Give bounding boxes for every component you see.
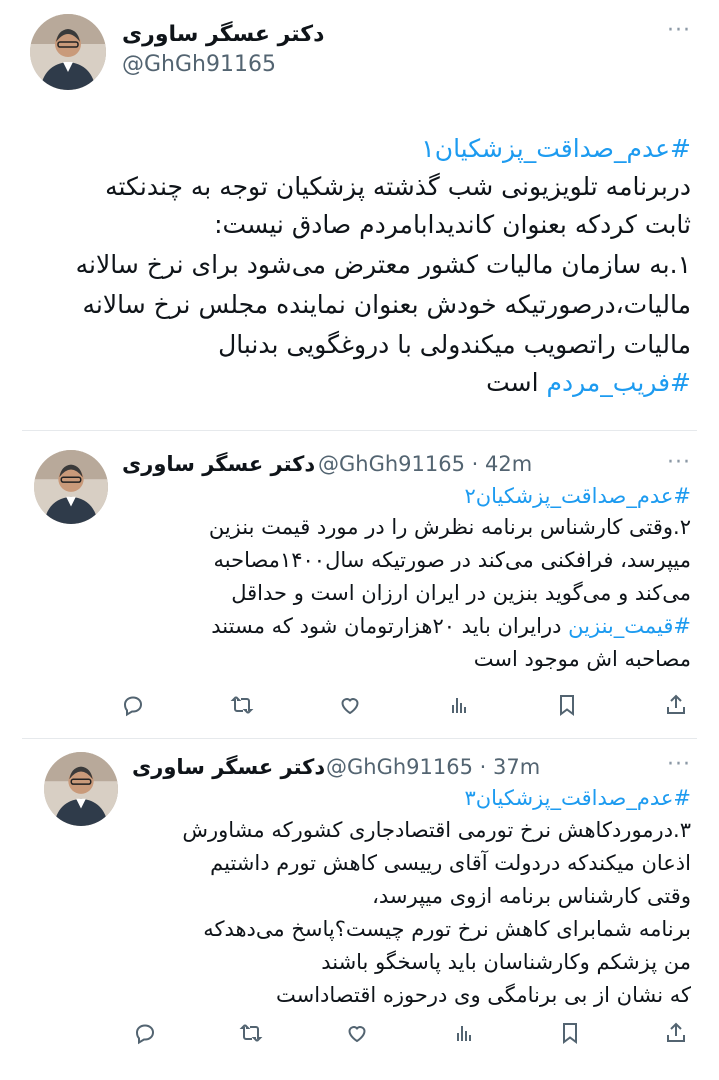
more-options-icon[interactable]: ··· xyxy=(667,752,691,777)
profile-photo-icon xyxy=(34,450,108,524)
text-line: می‌کند و می‌گوید بنزین در ایران ارزان اس… xyxy=(231,581,691,605)
author-name[interactable]: دکتر عسگر ساوری xyxy=(122,452,315,476)
text-line: دربرنامه تلویزیونی شب گذشته پزشکیان توجه… xyxy=(105,172,691,201)
text-line: برنامه شمابرای کاهش نرخ تورم چیست؟پاسخ م… xyxy=(203,917,691,941)
like-button[interactable] xyxy=(335,690,365,720)
text-line: ۳.درموردکاهش نرخ تورمی اقتصادجاری کشورکه… xyxy=(182,818,691,842)
share-icon xyxy=(666,1022,685,1042)
hashtag-link[interactable]: #فریب_مردم xyxy=(547,368,692,397)
bookmark-icon xyxy=(560,695,575,716)
profile-photo-icon xyxy=(44,752,118,826)
author-handle[interactable]: @GhGh91165 · 42m xyxy=(318,452,532,476)
reply-button[interactable] xyxy=(130,1018,160,1048)
retweet-icon xyxy=(230,696,254,714)
text-line: #فریب_مردم است xyxy=(486,368,691,397)
views-icon xyxy=(451,698,466,713)
retweet-icon xyxy=(239,1024,263,1042)
text-line: ثابت کردکه بعنوان کاندیدابامردم صادق نیس… xyxy=(214,210,691,239)
text-line: ۱.به سازمان مالیات کشور معترض می‌شود برا… xyxy=(75,250,691,279)
divider xyxy=(22,430,697,431)
avatar[interactable] xyxy=(44,752,118,826)
text-line: وقتی کارشناس برنامه ازوی میپرسد، xyxy=(372,884,691,908)
author-name[interactable]: دکتر عسگر ساوری xyxy=(122,22,324,47)
views-button[interactable] xyxy=(449,1018,479,1048)
like-icon xyxy=(348,1026,366,1043)
reply-button[interactable] xyxy=(118,690,148,720)
text-line: #عدم_صداقت_پزشکیان۲ xyxy=(464,484,691,508)
text-line: که نشان از بی برنامگی وی درحوزه اقتصاداس… xyxy=(276,983,691,1007)
like-icon xyxy=(341,698,359,715)
text-line: من پزشکم وکارشناسان باید پاسخگو باشند xyxy=(321,950,691,974)
author-handle[interactable]: @GhGh91165 · 37m xyxy=(326,755,540,779)
hashtag-link[interactable]: #قیمت_بنزین xyxy=(568,614,691,638)
author-handle[interactable]: @GhGh91165 xyxy=(122,52,276,77)
more-options-icon[interactable]: ··· xyxy=(667,18,691,43)
bookmark-button[interactable] xyxy=(555,1018,585,1048)
views-icon xyxy=(456,1026,471,1041)
author-name[interactable]: دکتر عسگر ساوری xyxy=(132,755,325,779)
reply-icon xyxy=(135,1024,155,1045)
bookmark-button[interactable] xyxy=(552,690,582,720)
tweet-actions xyxy=(130,1018,691,1048)
text-line: #عدم_صداقت_پزشکیان۱ xyxy=(421,134,691,163)
share-icon xyxy=(666,694,685,714)
share-button[interactable] xyxy=(661,690,691,720)
text-line: #عدم_صداقت_پزشکیان۳ xyxy=(464,786,691,810)
hashtag-link[interactable]: #عدم_صداقت_پزشکیان۱ xyxy=(421,134,691,163)
like-button[interactable] xyxy=(342,1018,372,1048)
text-line: مصاحبه اش موجود است xyxy=(473,647,691,671)
divider xyxy=(22,738,697,739)
reply-icon xyxy=(123,696,143,717)
bookmark-icon xyxy=(562,1023,577,1044)
timestamp[interactable]: · 37m xyxy=(480,755,541,779)
profile-photo-icon xyxy=(30,14,106,90)
avatar[interactable] xyxy=(34,450,108,524)
hashtag-link[interactable]: #عدم_صداقت_پزشکیان۲ xyxy=(464,484,691,508)
share-button[interactable] xyxy=(661,1018,691,1048)
text-line: ۲.وقتی کارشناس برنامه نظرش را در مورد قی… xyxy=(208,515,691,539)
tweet-actions xyxy=(118,690,691,720)
retweet-button[interactable] xyxy=(227,690,257,720)
text-line: میپرسد، فرافکنی می‌کند در صورتیکه سال۱۴۰… xyxy=(213,548,692,572)
views-button[interactable] xyxy=(444,690,474,720)
avatar[interactable] xyxy=(30,14,106,90)
text-line: مالیات،درصورتیکه خودش بعنوان نماینده مجل… xyxy=(82,290,691,319)
text-line: اذعان میکندکه دردولت آقای رییسی کاهش تور… xyxy=(210,851,691,875)
hashtag-link[interactable]: #عدم_صداقت_پزشکیان۳ xyxy=(464,786,691,810)
retweet-button[interactable] xyxy=(236,1018,266,1048)
text-line: مالیات راتصویب میکندولی با دروغگویی بدنب… xyxy=(218,330,691,359)
timestamp[interactable]: · 42m xyxy=(472,452,533,476)
more-options-icon[interactable]: ··· xyxy=(667,450,691,475)
text-line: #قیمت_بنزین درایران باید ۲۰هزارتومان شود… xyxy=(211,614,691,638)
